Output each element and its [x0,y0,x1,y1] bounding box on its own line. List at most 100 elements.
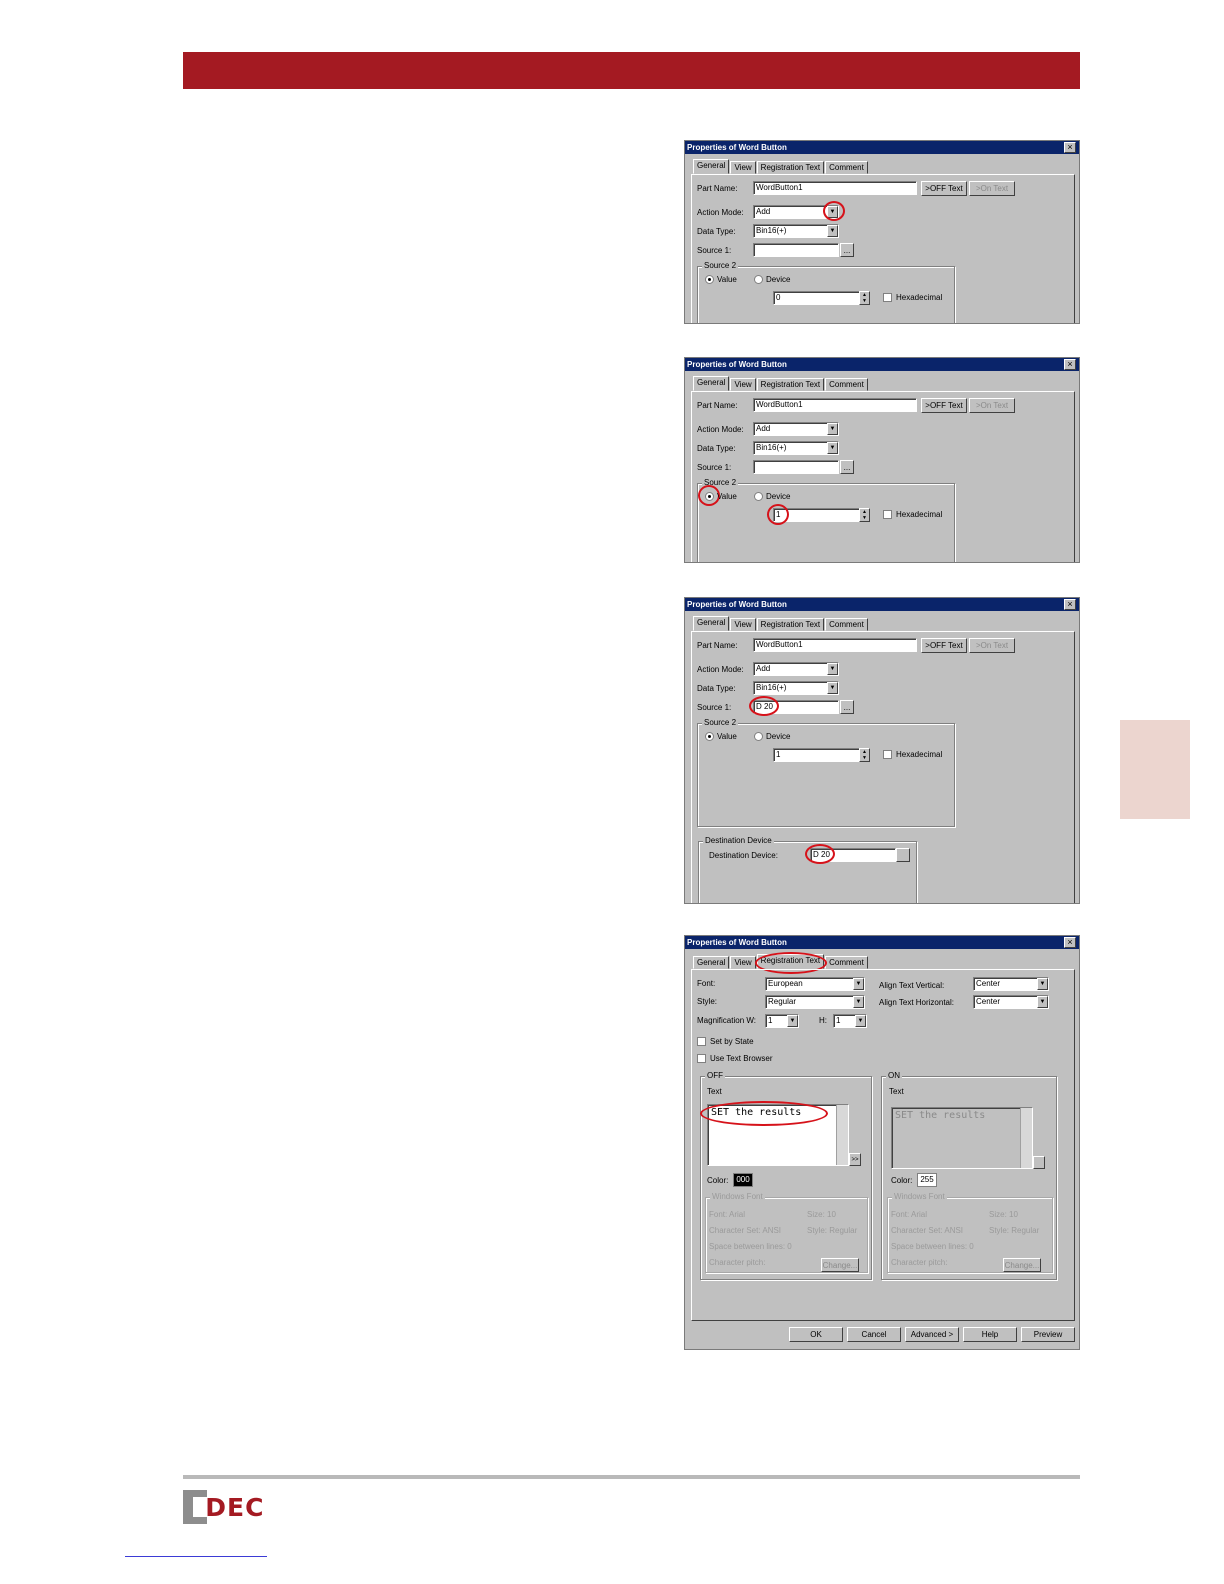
data-type-select[interactable]: Bin16(+) ▼ [753,681,839,695]
tab-registration-text[interactable]: Registration Text [756,161,825,174]
chevron-down-icon[interactable]: ▼ [853,978,864,990]
source1-browse-button[interactable]: ... [840,460,854,474]
align-horizontal-select[interactable]: Center ▼ [973,995,1049,1009]
on-text-scrollbar[interactable] [1020,1108,1032,1168]
device-radio[interactable] [754,732,763,741]
on-text-button[interactable]: >On Text [969,181,1015,196]
on-text-area[interactable]: SET the results [891,1107,1033,1169]
tab-comment[interactable]: Comment [825,956,868,969]
off-expand-button[interactable]: >> [849,1153,861,1166]
off-text-button[interactable]: >OFF Text [921,638,967,653]
on-expand-button[interactable] [1033,1156,1045,1169]
source1-browse-button[interactable]: ... [840,243,854,257]
chevron-down-icon[interactable]: ▼ [853,996,864,1008]
source2-value-input[interactable]: 0 [773,291,861,305]
value-radio[interactable] [705,732,714,741]
hexadecimal-checkbox[interactable] [883,293,892,302]
use-text-browser-label: Use Text Browser [710,1054,773,1063]
on-windows-font-label: Windows Font [892,1192,947,1201]
tab-comment[interactable]: Comment [825,618,868,631]
off-change-button[interactable]: Change... [821,1258,859,1272]
chevron-down-icon[interactable]: ▼ [827,423,838,435]
hexadecimal-checkbox[interactable] [883,510,892,519]
device-radio[interactable] [754,492,763,501]
source1-browse-button[interactable]: ... [840,700,854,714]
off-color-swatch[interactable]: 000 [733,1173,753,1187]
hexadecimal-label: Hexadecimal [896,510,943,519]
set-by-state-checkbox[interactable] [697,1037,706,1046]
tab-comment[interactable]: Comment [825,161,868,174]
tab-view[interactable]: View [730,956,756,969]
close-icon[interactable]: × [1064,359,1076,370]
close-icon[interactable]: × [1064,937,1076,948]
use-text-browser-checkbox[interactable] [697,1054,706,1063]
cancel-button[interactable]: Cancel [847,1327,901,1342]
chevron-down-icon[interactable]: ▼ [827,682,838,694]
action-mode-select[interactable]: Add ▼ [753,662,839,676]
align-vertical-select[interactable]: Center ▼ [973,977,1049,991]
off-text-button[interactable]: >OFF Text [921,181,967,196]
part-name-input[interactable]: WordButton1 [753,181,917,195]
off-windows-font-label: Windows Font [710,1192,765,1201]
hexadecimal-label: Hexadecimal [896,293,943,302]
off-font-info: Font: Arial [709,1210,746,1219]
chevron-down-icon[interactable]: ▼ [1037,978,1048,990]
source1-input[interactable] [753,243,839,257]
tab-general[interactable]: General [693,159,730,174]
chevron-down-icon[interactable]: ▼ [827,442,838,454]
tab-general[interactable]: General [693,956,730,969]
data-type-select[interactable]: Bin16(+) ▼ [753,441,839,455]
style-select[interactable]: Regular ▼ [765,995,865,1009]
tab-view[interactable]: View [730,618,756,631]
value-radio[interactable] [705,275,714,284]
on-font-info: Font: Arial [891,1210,928,1219]
on-text-button[interactable]: >On Text [969,398,1015,413]
preview-button[interactable]: Preview [1021,1327,1075,1342]
align-vertical-label: Align Text Vertical: [879,981,945,990]
hexadecimal-checkbox[interactable] [883,750,892,759]
spinner-icon[interactable]: ▲ ▼ [859,508,870,522]
spinner-icon[interactable]: ▲ ▼ [859,291,870,305]
off-text-button[interactable]: >OFF Text [921,398,967,413]
magnification-label: Magnification W: [697,1016,756,1025]
source1-label: Source 1: [697,703,732,712]
font-select[interactable]: European ▼ [765,977,865,991]
action-mode-select[interactable]: Add ▼ [753,422,839,436]
help-button[interactable]: Help [963,1327,1017,1342]
chevron-down-icon[interactable]: ▼ [1037,996,1048,1008]
magnification-w-select[interactable]: 1 ▼ [765,1014,799,1028]
part-name-input[interactable]: WordButton1 [753,638,917,652]
source1-input[interactable] [753,460,839,474]
chevron-down-icon[interactable]: ▼ [787,1015,798,1027]
chevron-down-icon[interactable]: ▼ [827,225,838,237]
source2-value-input[interactable]: 1 [773,748,861,762]
on-color-swatch[interactable]: 255 [917,1173,937,1187]
part-name-input[interactable]: WordButton1 [753,398,917,412]
ok-button[interactable]: OK [789,1327,843,1342]
data-type-select[interactable]: Bin16(+) ▼ [753,224,839,238]
chevron-down-icon[interactable]: ▼ [827,663,838,675]
value-radio-label: Value [717,275,737,284]
off-text-label: Text [707,1087,722,1096]
chevron-down-icon[interactable]: ▼ [855,1015,866,1027]
off-text-scrollbar[interactable] [836,1105,848,1165]
tab-general[interactable]: General [693,616,730,631]
spinner-icon[interactable]: ▲ ▼ [859,748,870,762]
tab-registration-text[interactable]: Registration Text [756,618,825,631]
on-change-button[interactable]: Change... [1003,1258,1041,1272]
action-mode-value: Add [756,664,771,673]
part-name-label: Part Name: [697,641,738,650]
tab-registration-text[interactable]: Registration Text [756,378,825,391]
action-mode-label: Action Mode: [697,425,744,434]
destination-browse-button[interactable] [896,848,910,862]
tab-comment[interactable]: Comment [825,378,868,391]
tab-view[interactable]: View [730,378,756,391]
advanced-button[interactable]: Advanced > [905,1327,959,1342]
close-icon[interactable]: × [1064,142,1076,153]
device-radio[interactable] [754,275,763,284]
on-text-button[interactable]: >On Text [969,638,1015,653]
tab-general[interactable]: General [693,376,730,391]
tab-view[interactable]: View [730,161,756,174]
close-icon[interactable]: × [1064,599,1076,610]
magnification-h-select[interactable]: 1 ▼ [833,1014,867,1028]
